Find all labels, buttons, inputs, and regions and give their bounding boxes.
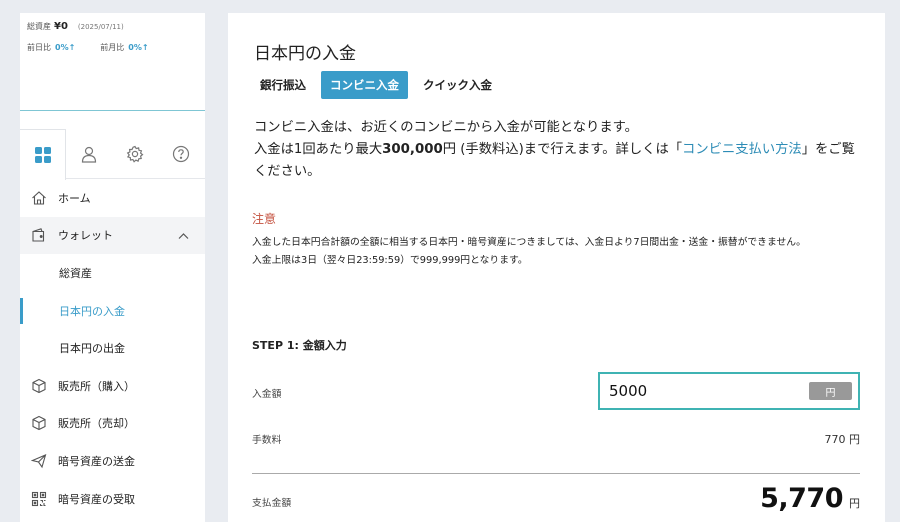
notice-line-1: 入金した日本円合計額の全額に相当する日本円・暗号資産につきましては、入金日より7…	[252, 237, 806, 248]
intro-line-2: 入金は1回あたり最大300,000円 (手数料込)まで行えます。詳しくは「コンビ…	[254, 139, 866, 183]
month-change-value: 0%↑	[128, 43, 149, 52]
sidebar-item-crypto-receive[interactable]: 暗号資産の受取	[20, 480, 205, 518]
tab-convenience-store[interactable]: コンビニ入金	[321, 71, 408, 99]
intro-text: コンビニ入金は、お近くのコンビニから入金が可能となります。 入金は1回あたり最大…	[254, 117, 866, 183]
sidebar-item-label: 販売所（売却）	[58, 417, 135, 431]
step-title: STEP 1: 金額入力	[252, 339, 347, 352]
cube-icon	[20, 415, 58, 431]
deposit-method-tabs: 銀行振込 コンビニ入金 クイック入金	[254, 71, 500, 99]
sidebar-item-label: 総資産	[59, 266, 92, 280]
tab-bank-transfer[interactable]: 銀行振込	[254, 71, 314, 99]
summary-date: (2025/07/11)	[77, 23, 124, 31]
tab-account[interactable]	[66, 129, 112, 179]
fee-value: 770 円	[824, 433, 861, 446]
sidebar-item-sell[interactable]: 販売所（売却）	[20, 405, 205, 443]
sidebar: 総資産 ¥0 (2025/07/11) 前日比 0%↑ 前月比 0%↑ ホーム …	[20, 13, 205, 522]
sidebar-item-label: 日本円の入金	[59, 304, 125, 318]
sidebar-item-label: 日本円の出金	[59, 342, 125, 356]
sidebar-item-label: ウォレット	[58, 229, 113, 243]
total-assets-value: ¥0	[54, 21, 68, 32]
asset-summary: 総資産 ¥0 (2025/07/11) 前日比 0%↑ 前月比 0%↑	[20, 13, 205, 111]
total-amount: 5,770 円	[760, 483, 860, 514]
sidebar-item-wallet[interactable]: ウォレット	[20, 216, 205, 255]
total-assets-label: 総資産	[27, 22, 51, 31]
sidebar-item-label: ホーム	[58, 191, 91, 205]
sidebar-item-total-assets[interactable]: 総資産	[20, 254, 205, 292]
day-change-label: 前日比	[27, 43, 51, 52]
total-label: 支払金額	[252, 498, 292, 509]
dashboard-icon	[34, 147, 51, 163]
sidebar-item-label: 暗号資産の受取	[58, 492, 135, 506]
notice-title: 注意	[252, 212, 277, 226]
divider	[252, 473, 860, 474]
main-panel: 日本円の入金 銀行振込 コンビニ入金 クイック入金 コンビニ入金は、お近くのコン…	[228, 13, 885, 522]
sidebar-tabs	[20, 129, 205, 180]
amount-input[interactable]	[609, 382, 799, 400]
home-icon	[20, 190, 58, 206]
amount-label: 入金額	[252, 389, 282, 400]
qr-code-icon	[20, 491, 58, 507]
intro-line-1: コンビニ入金は、お近くのコンビニから入金が可能となります。	[254, 120, 638, 135]
fee-label: 手数料	[252, 435, 282, 446]
intro-text-segment: 円 (手数料込)まで行えます。詳しくは「	[442, 142, 683, 157]
sidebar-item-label: 暗号資産の送金	[58, 454, 135, 468]
currency-unit-badge: 円	[809, 382, 852, 400]
max-amount: 300,000	[382, 142, 443, 157]
sidebar-item-label: 販売所（購入）	[58, 379, 135, 393]
sidebar-item-jpy-deposit[interactable]: 日本円の入金	[20, 292, 205, 330]
payment-method-link[interactable]: コンビニ支払い方法	[682, 142, 802, 157]
notice-text: 入金した日本円合計額の全額に相当する日本円・暗号資産につきましては、入金日より7…	[252, 234, 867, 270]
total-amount-unit: 円	[849, 497, 860, 510]
send-icon	[20, 453, 58, 469]
sidebar-item-jpy-withdraw[interactable]: 日本円の出金	[20, 329, 205, 367]
sidebar-item-home[interactable]: ホーム	[20, 179, 205, 217]
help-icon	[172, 145, 190, 163]
sidebar-nav: ホーム ウォレット 総資産 日本円の入金 日本円の出金 販売所（購入） 販売所（…	[20, 179, 205, 517]
active-indicator	[20, 297, 23, 324]
sidebar-item-crypto-send[interactable]: 暗号資産の送金	[20, 442, 205, 480]
month-change-label: 前月比	[100, 43, 125, 52]
chevron-up-icon	[178, 230, 189, 243]
tab-quick-deposit[interactable]: クイック入金	[415, 71, 500, 99]
tab-dashboard[interactable]	[20, 129, 66, 180]
cube-icon	[20, 378, 58, 394]
notice-line-2: 入金上限は3日（翌々日23:59:59）で999,999円となります。	[252, 255, 528, 266]
wallet-icon	[20, 227, 58, 243]
gear-icon	[126, 145, 144, 163]
amount-field[interactable]: 円	[598, 372, 860, 410]
intro-text-segment: 入金は1回あたり最大	[254, 142, 383, 157]
sidebar-item-buy[interactable]: 販売所（購入）	[20, 367, 205, 405]
user-icon	[81, 146, 97, 163]
tab-help[interactable]	[158, 129, 204, 179]
total-amount-value: 5,770	[760, 483, 843, 514]
day-change-value: 0%↑	[55, 43, 76, 52]
tab-settings[interactable]	[112, 129, 158, 179]
page-title: 日本円の入金	[254, 44, 356, 64]
